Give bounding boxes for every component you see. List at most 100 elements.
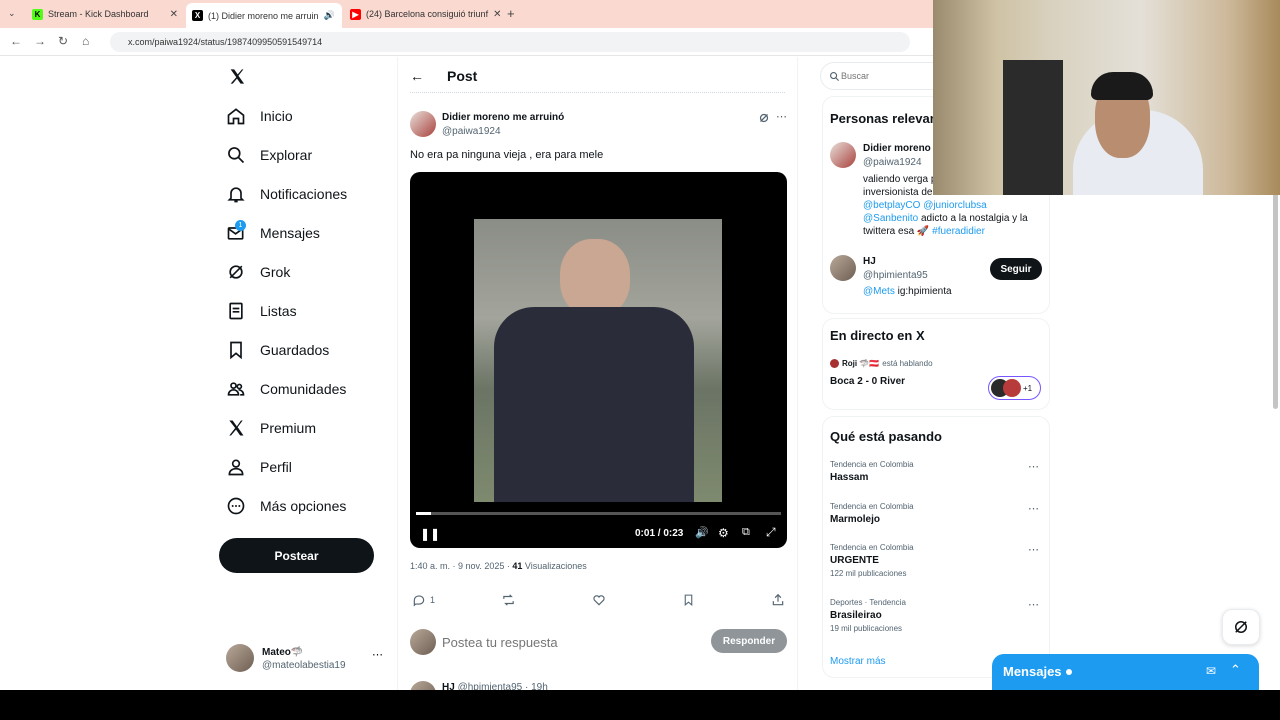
kick-icon: K — [32, 8, 43, 20]
nav-item-mensajes[interactable]: 1 Mensajes — [226, 220, 320, 246]
trend-meta: Tendencia en Colombia — [830, 543, 914, 552]
mention-link[interactable]: @betplayCO — [863, 200, 920, 211]
drawer-title-text: Mensajes — [1003, 664, 1062, 679]
video-player[interactable]: ❚❚ 0:01 / 0:23 🔊 ⚙ ⧉ ⤢ — [410, 172, 787, 548]
x-logo-icon[interactable] — [228, 68, 246, 85]
speaker-icon[interactable]: 🔊 — [324, 10, 335, 21]
grok-floating-button[interactable] — [1222, 609, 1260, 645]
nav-item-inicio[interactable]: Inicio — [226, 103, 293, 129]
messages-drawer[interactable]: Mensajes ✉ ⌃ — [992, 654, 1259, 690]
like-icon[interactable] — [592, 593, 606, 607]
account-handle: @mateolabestia19 — [262, 660, 346, 671]
more-icon[interactable]: ⋯ — [1028, 460, 1039, 473]
fullscreen-icon[interactable]: ⤢ — [766, 525, 776, 540]
search-icon — [228, 147, 245, 164]
post-handle[interactable]: @paiwa1924 — [442, 126, 501, 137]
home-icon[interactable]: ⌂ — [82, 34, 89, 48]
show-more-link[interactable]: Mostrar más — [830, 656, 886, 667]
more-icon[interactable]: ⋯ — [372, 648, 383, 661]
post-author[interactable]: Didier moreno me arruinó — [442, 112, 564, 123]
volume-icon[interactable]: 🔊 — [695, 526, 709, 539]
nav-item-grok[interactable]: Grok — [226, 259, 290, 285]
grok-icon — [1235, 621, 1247, 633]
new-message-icon[interactable]: ✉ — [1206, 664, 1216, 678]
mention-link[interactable]: @juniorclubsa — [923, 200, 987, 211]
space-listeners[interactable]: +1 — [988, 376, 1041, 400]
trend-item[interactable]: Deportes · Tendencia Brasileirao 19 mil … — [830, 598, 1044, 633]
nav-item-perfil[interactable]: Perfil — [226, 454, 292, 480]
trend-item[interactable]: Tendencia en Colombia Hassam — [830, 460, 1044, 483]
reply-button[interactable]: 1 — [412, 593, 435, 607]
nav-item-notificaciones[interactable]: Notificaciones — [226, 181, 347, 207]
more-icon[interactable]: ⋯ — [1028, 543, 1039, 556]
nav-item-premium[interactable]: Premium — [226, 415, 316, 441]
account-switcher[interactable]: Mateo🦈 @mateolabestia19 ⋯ — [226, 644, 386, 676]
close-tab-icon[interactable]: ✕ — [493, 9, 500, 20]
settings-icon[interactable]: ⚙ — [718, 526, 729, 540]
person-name[interactable]: Didier moreno — [863, 143, 931, 154]
video-frame — [474, 219, 722, 502]
back-arrow-icon[interactable]: ← — [410, 68, 424, 84]
nav-item-comunidades[interactable]: Comunidades — [226, 376, 346, 402]
webcam-person-hair — [1091, 72, 1153, 100]
trend-count: 122 mil publicaciones — [830, 569, 907, 578]
nav-item-mas-opciones[interactable]: Más opciones — [226, 493, 346, 519]
grok-icon[interactable] — [758, 112, 770, 124]
post-button[interactable]: Postear — [219, 538, 374, 573]
tab-list-icon[interactable]: ⌄ — [8, 8, 16, 19]
avatar[interactable] — [830, 255, 856, 281]
space-title[interactable]: Boca 2 - 0 River — [830, 376, 905, 387]
tab-youtube[interactable]: ▶ (24) Barcelona consiguió triunf ✕ — [344, 3, 500, 25]
tab-kick[interactable]: K Stream - Kick Dashboard ✕ — [26, 3, 184, 25]
trend-name: Hassam — [830, 472, 869, 483]
new-tab-icon[interactable]: + — [507, 6, 515, 21]
post-meta: 1:40 a. m. · 9 nov. 2025 · 41 Visualizac… — [410, 561, 587, 571]
reply-submit-button[interactable]: Responder — [711, 629, 787, 653]
repost-icon[interactable] — [501, 593, 516, 607]
bookmark-icon — [230, 341, 242, 360]
more-icon[interactable]: ⋯ — [1028, 598, 1039, 611]
expand-up-icon[interactable]: ⌃ — [1230, 662, 1241, 678]
tab-title: Stream - Kick Dashboard — [48, 9, 149, 19]
nav-item-guardados[interactable]: Guardados — [226, 337, 329, 363]
pause-icon[interactable]: ❚❚ — [420, 527, 440, 541]
reload-icon[interactable]: ↻ — [58, 34, 68, 48]
video-progress-track[interactable] — [416, 512, 781, 515]
close-tab-icon[interactable]: ✕ — [170, 9, 178, 20]
pip-icon[interactable]: ⧉ — [742, 526, 750, 539]
trend-item[interactable]: Tendencia en Colombia URGENTE 122 mil pu… — [830, 543, 1044, 578]
views-label: Visualizaciones — [522, 561, 587, 571]
live-host[interactable]: Roji 🦈🇦🇹 está hablando — [830, 359, 933, 368]
person-handle[interactable]: @hpimienta95 — [863, 270, 928, 281]
hashtag-link[interactable]: #fueradidier — [932, 226, 985, 237]
account-name: Mateo🦈 — [262, 647, 304, 658]
nav-item-explorar[interactable]: Explorar — [226, 142, 312, 168]
more-icon[interactable]: ⋯ — [1028, 502, 1039, 515]
mention-link[interactable]: @Mets — [863, 286, 895, 297]
avatar[interactable] — [830, 142, 856, 168]
people-icon — [227, 382, 245, 396]
follow-button[interactable]: Seguir — [990, 258, 1042, 280]
share-icon[interactable] — [771, 593, 785, 607]
person-name[interactable]: HJ — [863, 256, 876, 267]
avatar — [1003, 379, 1021, 397]
host-status: está hablando — [882, 359, 933, 368]
nav-label: Perfil — [260, 459, 292, 475]
bio-text: ig:hpimienta — [894, 286, 952, 297]
more-icon[interactable]: ⋯ — [776, 110, 787, 123]
person-handle[interactable]: @paiwa1924 — [863, 157, 922, 168]
x-icon: X — [192, 10, 203, 21]
bookmark-icon[interactable] — [682, 593, 695, 607]
section-title: Qué está pasando — [830, 429, 942, 444]
avatar[interactable] — [410, 111, 436, 137]
tab-x-post[interactable]: X (1) Didier moreno me arruin 🔊 ✕ — [186, 3, 342, 28]
reply-input[interactable] — [442, 632, 692, 652]
mention-link[interactable]: @Sanbenito — [863, 213, 918, 224]
back-icon[interactable]: ← — [10, 34, 22, 48]
post-timestamp[interactable]: 1:40 a. m. · 9 nov. 2025 · — [410, 561, 512, 571]
nav-item-listas[interactable]: Listas — [226, 298, 297, 324]
trend-item[interactable]: Tendencia en Colombia Marmolejo — [830, 502, 1044, 525]
url-field[interactable]: x.com/paiwa1924/status/19874099505915497… — [110, 32, 910, 52]
bio-text: twittera esa 🚀 — [863, 226, 933, 237]
forward-icon[interactable]: → — [34, 34, 46, 48]
